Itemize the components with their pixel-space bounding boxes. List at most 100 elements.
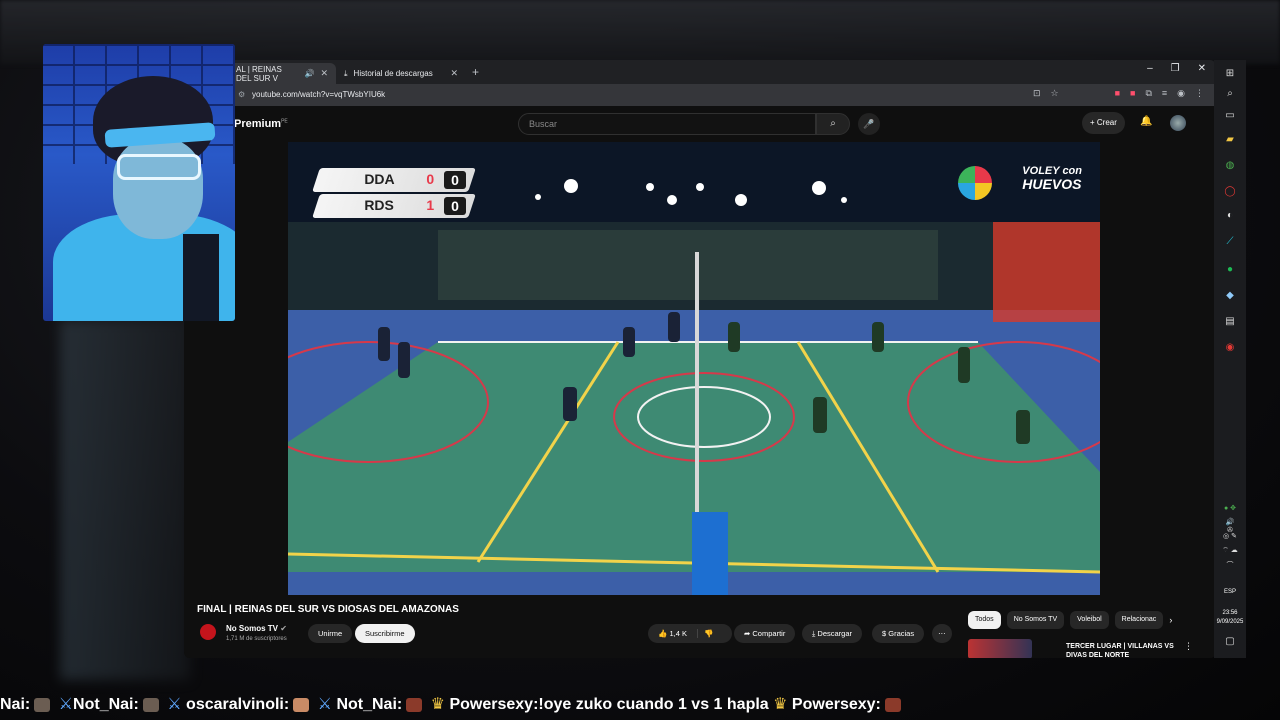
bell-icon[interactable]: 🔔 (1140, 116, 1152, 127)
tab-video[interactable]: AL | REINAS DEL SUR V 🔊 ✕ (228, 63, 336, 84)
team-name: DDA (364, 171, 395, 187)
video-title: FINAL | REINAS DEL SUR VS DIOSAS DEL AMA… (197, 604, 459, 615)
download-icon: ⤓ (812, 629, 816, 638)
tab-downloads[interactable]: ⤓ Historial de descargas ✕ (336, 63, 466, 84)
tab-bar: AL | REINAS DEL SUR V 🔊 ✕ ⤓ Historial de… (184, 60, 1216, 84)
media-icon[interactable]: ≡ (1162, 88, 1167, 99)
like-dislike-group: 👍 1,4 K 👎 (648, 624, 732, 643)
mic-icon[interactable]: 🎤 (858, 113, 880, 135)
share-label: Compartir (752, 629, 786, 638)
extensions-toolbar: ⊡ ☆ ■ ■ ⧉ ≡ ◉ ⋮ (1033, 88, 1204, 99)
profile-icon[interactable]: ◉ (1177, 88, 1185, 99)
obs-icon[interactable]: ◉ (1222, 342, 1238, 356)
audio-icon[interactable]: 🔊 (304, 69, 314, 78)
keyboard-language[interactable]: ESP (1214, 588, 1246, 596)
site-info-icon[interactable]: ⚙ (238, 88, 245, 102)
background-blur-left (60, 320, 190, 680)
tray-icons[interactable]: ⌔ ☁ (1222, 546, 1238, 560)
team-points: 0 (444, 197, 466, 215)
close-window-icon[interactable]: ✕ (1198, 63, 1206, 74)
emote-icon (142, 697, 159, 712)
channel-avatar[interactable] (200, 624, 216, 640)
extension-icon[interactable]: ■ (1115, 88, 1120, 99)
url-field[interactable]: ⚙ youtube.com/watch?v=vqTWsbYIU6k (236, 88, 1036, 102)
steam-icon[interactable]: ◆ (1222, 290, 1238, 304)
windows-start-icon[interactable]: ⊞ (1222, 68, 1238, 82)
search-button[interactable]: ⌕ (816, 113, 850, 135)
chat-user: Not_Nai: (336, 696, 403, 713)
emote-icon (293, 697, 310, 712)
url-text: youtube.com/watch?v=vqTWsbYIU6k (252, 90, 386, 99)
os-taskbar: ⊞ ⌕ ▭ ▰ ◍ ◯ ◐ ⟋ ● ◆ ▤ ◉ ● ✥ 🔊 ✇ ◎ ✎ ⌔ ☁ … (1214, 60, 1246, 658)
download-button[interactable]: ⤓ Descargar (802, 624, 863, 643)
chip-all[interactable]: Todos (968, 611, 1001, 629)
notification-icon[interactable]: ▢ (1222, 636, 1238, 650)
chat-ticker: Nai: ⚔Not_Nai: ⚔ oscaralvinoli: ⚔ Not_Na… (0, 690, 1280, 720)
team-sets: 1 (426, 197, 435, 213)
emote-icon (884, 697, 901, 712)
more-actions-icon[interactable]: ⋯ (932, 624, 952, 643)
star-icon[interactable]: ☆ (1050, 88, 1058, 99)
chat-user: oscaralvinoli: (186, 696, 290, 713)
scoreboard: DDA 0 0 RDS 1 0 (302, 162, 476, 222)
chip-volleyball[interactable]: Voleibol (1070, 611, 1109, 629)
spotify-icon[interactable]: ● (1222, 264, 1238, 278)
chevron-right-icon[interactable]: › (1169, 611, 1172, 629)
tray-icons[interactable]: 🔊 ✇ (1222, 518, 1238, 534)
chat-user: Powersexy: (791, 696, 881, 713)
verified-icon: ✔ (280, 624, 287, 633)
dislike-icon[interactable]: 👎 (697, 629, 714, 638)
clock-date[interactable]: 9/09/2025 (1214, 618, 1246, 626)
chip-channel[interactable]: No Somos TV (1006, 611, 1065, 629)
wifi-icon[interactable]: ⌒ (1222, 560, 1238, 574)
chip-related[interactable]: Relacionac (1114, 611, 1164, 629)
app-icon[interactable]: ◐ (1222, 210, 1238, 224)
new-tab-button[interactable]: + (472, 65, 479, 79)
join-button[interactable]: Unirme (308, 624, 353, 643)
app-icon[interactable]: ▤ (1222, 316, 1238, 330)
avatar[interactable] (1170, 115, 1186, 131)
like-icon[interactable]: 👍 (658, 629, 667, 638)
chrome-icon[interactable]: ◍ (1222, 160, 1238, 174)
close-tab-icon[interactable]: ✕ (320, 68, 328, 79)
app-icon[interactable]: ⟋ (1222, 236, 1238, 250)
tray-icons[interactable]: ◎ ✎ (1222, 532, 1238, 546)
related-video-title[interactable]: TERCER LUGAR | VILLANAS VS DIVAS DEL NOR… (1066, 642, 1176, 658)
related-chips: Todos No Somos TV Voleibol Relacionac › (968, 611, 1172, 629)
video-player[interactable]: DDA 0 0 RDS 1 0 VOLEY con HUEVOS (288, 142, 1100, 595)
thanks-button[interactable]: $ Gracias (872, 624, 925, 643)
related-thumbnail[interactable] (968, 639, 1032, 658)
search-icon[interactable]: ⌕ (1222, 88, 1238, 102)
channel-name-text: No Somos TV (226, 624, 279, 633)
install-icon[interactable]: ⊡ (1033, 88, 1041, 99)
chat-message: !oye zuko cuando 1 vs 1 hapla (538, 696, 769, 713)
chat-user: Not_Nai: (73, 696, 139, 713)
clock-time[interactable]: 23:56 (1214, 609, 1246, 617)
subscribe-button[interactable]: Suscribirme (355, 624, 415, 643)
logo-region: PE (281, 118, 288, 125)
menu-icon[interactable]: ⋮ (1195, 88, 1204, 99)
download-icon: ⤓ (344, 68, 348, 78)
create-button[interactable]: + Crear (1082, 112, 1125, 134)
browser-window: AL | REINAS DEL SUR V 🔊 ✕ ⤓ Historial de… (184, 60, 1216, 658)
close-tab-icon[interactable]: ✕ (450, 68, 458, 79)
share-button[interactable]: ➦ Compartir (734, 624, 796, 643)
logo-text: Premium (234, 118, 282, 130)
extension-icon[interactable]: ■ (1130, 88, 1135, 99)
tray-icons[interactable]: ● ✥ (1222, 504, 1238, 518)
score-row-rds: RDS 1 0 (312, 194, 476, 218)
app-icon[interactable]: ◯ (1222, 186, 1238, 200)
puzzle-icon[interactable]: ⧉ (1145, 88, 1151, 99)
tab-video-label: AL | REINAS DEL SUR V (236, 64, 282, 83)
webcam-overlay (43, 44, 235, 321)
folder-icon[interactable]: ▰ (1222, 134, 1238, 148)
address-bar: ⟳ ⚙ youtube.com/watch?v=vqTWsbYIU6k ⊡ ☆ … (184, 84, 1216, 106)
restore-icon[interactable]: ❐ (1171, 63, 1180, 74)
channel-name[interactable]: No Somos TV ✔ (226, 624, 287, 633)
like-count[interactable]: 1,4 K (669, 629, 687, 638)
search-input[interactable]: Buscar (518, 113, 816, 135)
youtube-logo[interactable]: PremiumPE (234, 118, 288, 130)
minimize-icon[interactable]: – (1147, 63, 1153, 74)
task-view-icon[interactable]: ▭ (1222, 110, 1238, 124)
more-icon[interactable]: ⋮ (1184, 641, 1193, 652)
